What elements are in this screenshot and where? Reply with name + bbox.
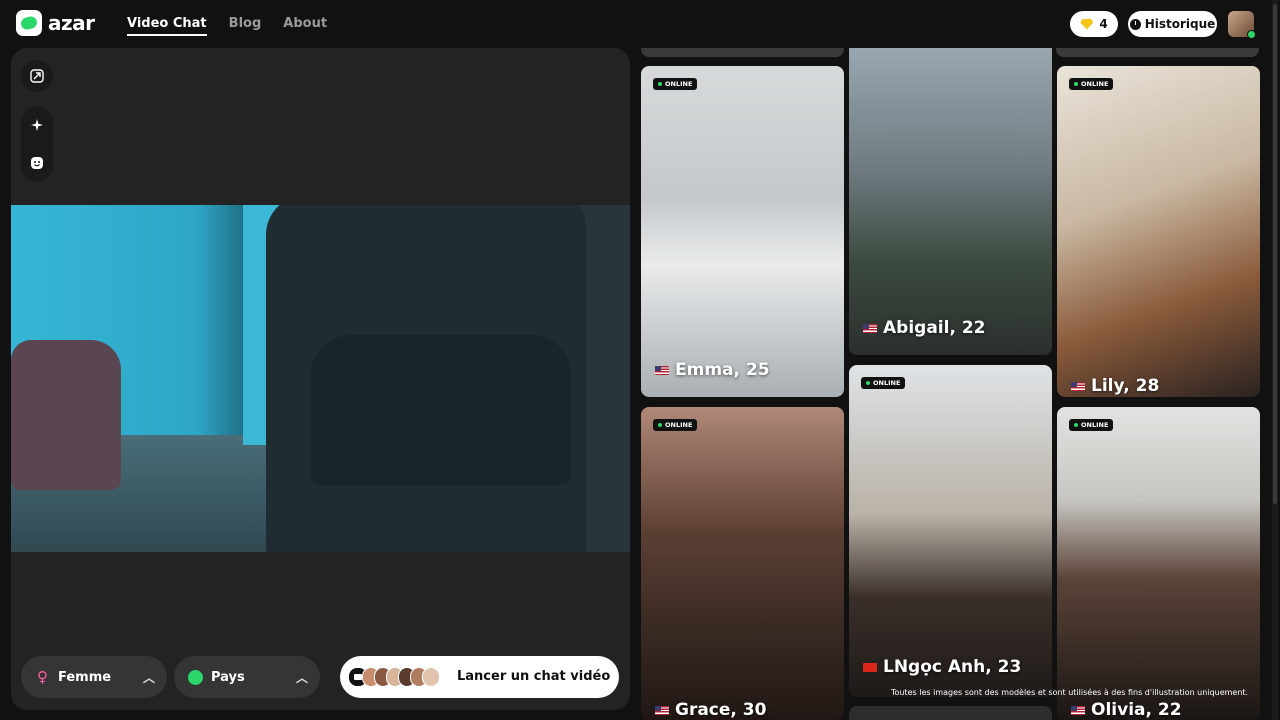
history-button[interactable]: Historique — [1128, 11, 1217, 37]
profile-name: Lily, 28 — [1091, 376, 1160, 396]
vn-flag-icon — [863, 662, 877, 672]
clock-icon — [1129, 18, 1141, 30]
online-badge: ONLINE — [653, 78, 698, 90]
profile-card[interactable]: Abigail, 22 — [849, 48, 1052, 355]
sparkle-icon[interactable] — [30, 118, 44, 132]
azar-logo[interactable]: azar — [16, 10, 95, 36]
online-badge: ONLINE — [653, 419, 698, 431]
top-bar: azar Video Chat Blog About 4 Historique — [0, 0, 1280, 48]
profile-card[interactable]: ONLINE Emma, 25 — [641, 66, 844, 397]
disclaimer-text: Toutes les images sont des modèles et so… — [891, 688, 1249, 697]
gems-button[interactable]: 4 — [1070, 11, 1118, 37]
us-flag-icon — [1071, 381, 1085, 391]
online-badge: ONLINE — [861, 377, 906, 389]
main-nav: Video Chat Blog About — [127, 16, 327, 36]
chevron-up-icon: ︿ — [295, 671, 308, 685]
scrollbar-thumb[interactable] — [1273, 4, 1277, 504]
face-icon[interactable] — [30, 156, 44, 170]
country-filter-button[interactable]: Pays ︿ — [174, 656, 320, 698]
expand-tool[interactable] — [21, 60, 53, 92]
profile-card[interactable]: ONLINE Grace, 30 — [641, 407, 844, 720]
female-icon: ♀ — [37, 668, 48, 686]
us-flag-icon — [655, 365, 669, 375]
us-flag-icon — [655, 705, 669, 715]
gems-count: 4 — [1099, 17, 1108, 31]
profile-card-partial — [641, 48, 844, 57]
gem-icon — [1080, 18, 1094, 30]
profile-grid: ONLINE Emma, 25 Abigail, 22 ONLINE Lily,… — [638, 48, 1268, 720]
profile-card[interactable]: ONLINE Olivia, 22 — [1057, 407, 1260, 720]
nav-about[interactable]: About — [283, 16, 327, 36]
nav-video-chat[interactable]: Video Chat — [127, 16, 207, 36]
profile-card-partial — [849, 706, 1052, 720]
user-avatar[interactable] — [1228, 11, 1256, 39]
profile-name: Grace, 30 — [675, 700, 767, 720]
profile-card[interactable]: ONLINE Lily, 28 — [1057, 66, 1260, 397]
azar-logo-icon — [16, 10, 42, 36]
start-label: Lancer un chat vidéo — [457, 669, 611, 684]
country-label: Pays — [211, 669, 245, 685]
chevron-up-icon: ︿ — [142, 671, 155, 685]
logo-text: azar — [48, 11, 95, 35]
online-badge: ONLINE — [1069, 419, 1114, 431]
local-camera-feed — [11, 205, 630, 552]
us-flag-icon — [1071, 705, 1085, 715]
online-status-icon — [1247, 30, 1256, 39]
avatar-stack — [348, 667, 440, 687]
gender-filter-button[interactable]: ♀ Femme ︿ — [21, 656, 167, 698]
profile-name: Emma, 25 — [675, 360, 770, 380]
us-flag-icon — [863, 323, 877, 333]
expand-icon — [30, 69, 44, 83]
gender-label: Femme — [58, 669, 112, 685]
start-video-chat-button[interactable]: Lancer un chat vidéo — [340, 656, 619, 698]
online-badge: ONLINE — [1069, 78, 1114, 90]
profile-card[interactable]: ONLINE LNgọc Anh, 23 — [849, 365, 1052, 697]
profile-card-partial — [1056, 48, 1259, 57]
profile-name: Abigail, 22 — [883, 318, 986, 338]
effects-toolbar — [21, 106, 53, 182]
history-label: Historique — [1144, 17, 1216, 31]
nav-blog[interactable]: Blog — [229, 16, 262, 36]
video-chat-panel: ♀ Femme ︿ Pays ︿ Lancer un chat vidéo — [11, 48, 630, 710]
globe-icon — [188, 669, 203, 685]
profile-name: Olivia, 22 — [1091, 700, 1182, 720]
profile-name: LNgọc Anh, 23 — [883, 657, 1022, 677]
